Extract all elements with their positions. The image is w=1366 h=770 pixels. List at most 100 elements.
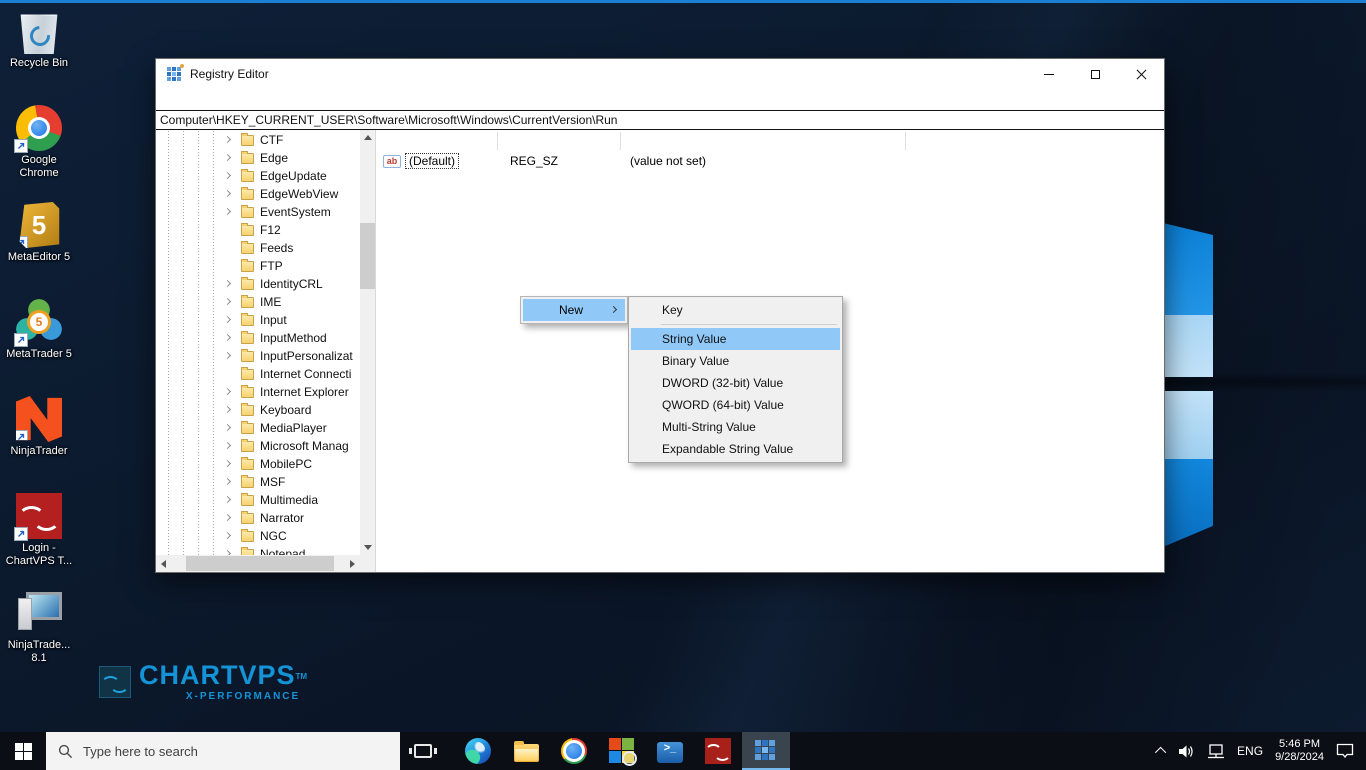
tree-item[interactable]: F12 (156, 221, 360, 239)
taskbar-clock[interactable]: 5:46 PM 9/28/2024 (1275, 738, 1324, 764)
submenu-item[interactable]: String Value (631, 328, 840, 350)
tree-item[interactable]: Feeds (156, 239, 360, 257)
tree-item[interactable]: NGC (156, 527, 360, 545)
tree-item[interactable]: MSF (156, 473, 360, 491)
taskbar-app-button[interactable] (646, 732, 694, 770)
taskbar-search[interactable]: Type here to search (46, 732, 400, 770)
desktop-icon-image[interactable] (16, 299, 62, 345)
volume-icon[interactable] (1178, 744, 1195, 759)
tree-item[interactable]: Internet Connecti (156, 365, 360, 383)
tree-item[interactable]: Edge (156, 149, 360, 167)
value-name[interactable]: (Default) (405, 153, 459, 169)
expand-chevron-icon[interactable] (224, 334, 231, 341)
desktop-icon[interactable]: Google Chrome (0, 103, 78, 200)
expand-chevron-icon[interactable] (224, 298, 231, 305)
expand-chevron-icon[interactable] (224, 478, 231, 485)
tree-item[interactable]: Input (156, 311, 360, 329)
submenu-item[interactable]: Key (631, 299, 840, 321)
taskbar-app-button[interactable] (694, 732, 742, 770)
title-bar[interactable]: Registry Editor (156, 59, 1164, 89)
expand-chevron-icon[interactable] (224, 388, 231, 395)
taskbar-app-button[interactable] (550, 732, 598, 770)
expand-chevron-icon[interactable] (224, 514, 231, 521)
desktop-icon-image[interactable] (16, 493, 62, 539)
submenu-item[interactable]: Multi-String Value (631, 416, 840, 438)
hidden-icons-chevron-icon[interactable] (1155, 747, 1166, 758)
submenu-item[interactable]: Binary Value (631, 350, 840, 372)
language-indicator[interactable]: ENG (1237, 744, 1263, 758)
expand-chevron-icon[interactable] (224, 460, 231, 467)
expand-chevron-icon[interactable] (224, 442, 231, 449)
context-menu-item-new[interactable]: New (523, 299, 625, 321)
scroll-down-button[interactable] (360, 540, 375, 555)
menu-bar-item[interactable] (223, 98, 239, 102)
desktop-icon-image[interactable] (16, 105, 62, 151)
start-button[interactable] (0, 732, 46, 770)
tree-vertical-scrollbar[interactable] (360, 130, 375, 555)
expand-chevron-icon[interactable] (224, 532, 231, 539)
menu-bar-item[interactable] (175, 98, 191, 102)
tree-item[interactable]: MediaPlayer (156, 419, 360, 437)
desktop-icon[interactable]: MetaEditor 5 (0, 200, 78, 297)
tree-item[interactable]: IME (156, 293, 360, 311)
taskbar-app-button[interactable] (454, 732, 502, 770)
submenu-item[interactable] (631, 321, 840, 328)
tree-item[interactable]: Keyboard (156, 401, 360, 419)
tree-item[interactable]: FTP (156, 257, 360, 275)
tree-item[interactable]: InputMethod (156, 329, 360, 347)
desktop-icon[interactable]: NinjaTrade... 8.1 (0, 588, 78, 685)
expand-chevron-icon[interactable] (224, 406, 231, 413)
desktop-icon-image[interactable] (16, 396, 62, 442)
task-view-button[interactable] (400, 732, 446, 770)
desktop-icon[interactable]: MetaTrader 5 (0, 297, 78, 394)
expand-chevron-icon[interactable] (224, 280, 231, 287)
network-icon[interactable] (1207, 744, 1225, 759)
tree-item[interactable]: EdgeWebView (156, 185, 360, 203)
expand-chevron-icon[interactable] (224, 352, 231, 359)
desktop-icon[interactable]: Login - ChartVPS T... (0, 491, 78, 588)
menu-bar-item[interactable] (159, 98, 175, 102)
menu-bar-item[interactable] (207, 98, 223, 102)
address-bar[interactable]: Computer\HKEY_CURRENT_USER\Software\Micr… (156, 110, 1164, 130)
expand-chevron-icon[interactable] (224, 208, 231, 215)
desktop-icon-image[interactable] (16, 590, 62, 636)
tree-item[interactable]: EventSystem (156, 203, 360, 221)
vertical-scroll-thumb[interactable] (360, 223, 375, 289)
minimize-button[interactable] (1026, 59, 1072, 89)
expand-chevron-icon[interactable] (224, 424, 231, 431)
menu-bar-item[interactable] (191, 98, 207, 102)
taskbar-app-button[interactable] (502, 732, 550, 770)
tree-item[interactable]: MobilePC (156, 455, 360, 473)
tree-item[interactable]: Notepad (156, 545, 360, 555)
close-button[interactable] (1118, 59, 1164, 89)
taskbar-app-button[interactable] (598, 732, 646, 770)
expand-chevron-icon[interactable] (224, 190, 231, 197)
expand-chevron-icon[interactable] (224, 316, 231, 323)
tree-item[interactable]: IdentityCRL (156, 275, 360, 293)
action-center-icon[interactable] (1336, 743, 1354, 759)
expand-chevron-icon[interactable] (224, 172, 231, 179)
taskbar-app-button[interactable] (742, 732, 790, 770)
maximize-button[interactable] (1072, 59, 1118, 89)
value-row[interactable]: ab (Default) REG_SZ (value not set) (376, 152, 1164, 172)
submenu-item[interactable]: QWORD (64-bit) Value (631, 394, 840, 416)
tree-horizontal-scrollbar[interactable] (156, 555, 360, 572)
expand-chevron-icon[interactable] (224, 496, 231, 503)
submenu-item[interactable]: Expandable String Value (631, 438, 840, 460)
horizontal-scroll-thumb[interactable] (186, 556, 334, 571)
expand-chevron-icon[interactable] (224, 154, 231, 161)
tree-item[interactable]: Multimedia (156, 491, 360, 509)
scroll-right-button[interactable] (345, 555, 360, 572)
expand-chevron-icon[interactable] (224, 136, 231, 143)
submenu-item[interactable]: DWORD (32-bit) Value (631, 372, 840, 394)
tree-item[interactable]: EdgeUpdate (156, 167, 360, 185)
desktop-icon-image[interactable] (16, 8, 62, 54)
desktop-icon[interactable]: NinjaTrader (0, 394, 78, 491)
tree-item[interactable]: Internet Explorer (156, 383, 360, 401)
desktop-icon-image[interactable] (16, 202, 62, 248)
scroll-up-button[interactable] (360, 130, 375, 145)
tree-item[interactable]: InputPersonalizat (156, 347, 360, 365)
tree-item[interactable]: Narrator (156, 509, 360, 527)
tree-item[interactable]: Microsoft Manag (156, 437, 360, 455)
scroll-left-button[interactable] (156, 555, 171, 572)
